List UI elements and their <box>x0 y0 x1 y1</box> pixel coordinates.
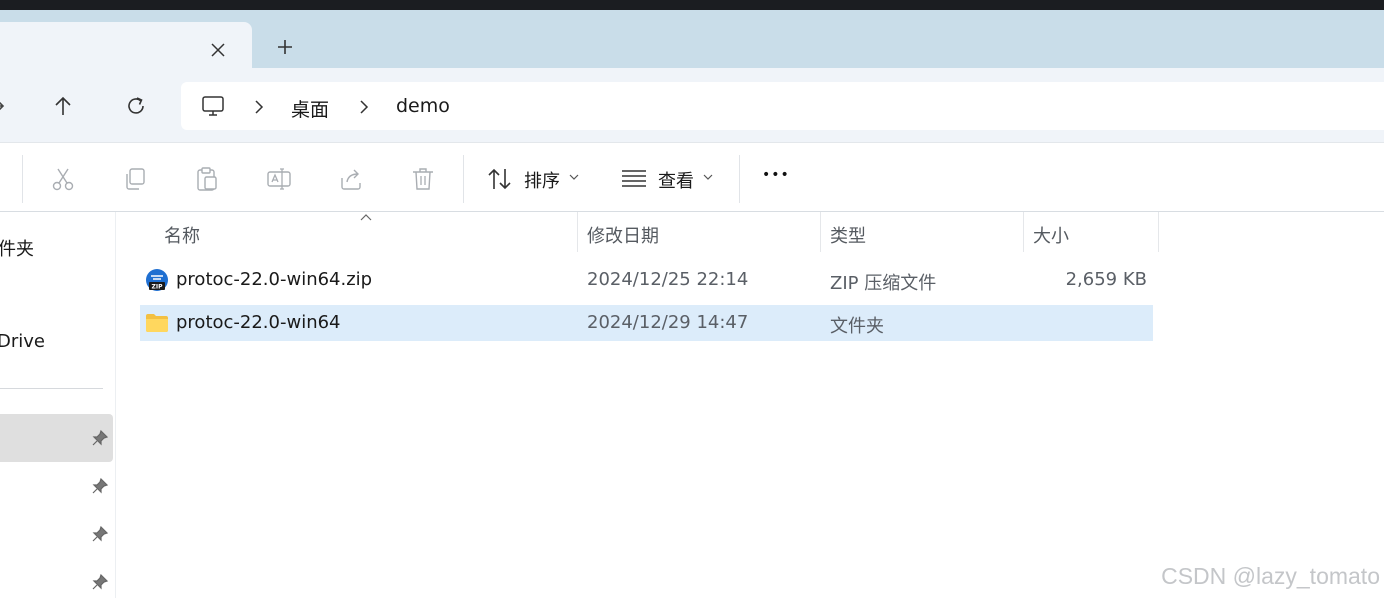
new-tab-button[interactable] <box>270 32 300 62</box>
sort-label: 排序 <box>524 171 560 192</box>
file-row[interactable]: ZIP protoc-22.0-win64.zip 2024/12/25 22:… <box>140 262 1153 298</box>
list-view-icon <box>622 170 646 187</box>
copy-button[interactable] <box>121 165 149 193</box>
column-header-name-label: 名称 <box>164 226 200 247</box>
delete-icon <box>413 168 433 190</box>
column-header-size[interactable]: 大小 <box>1024 212 1158 252</box>
chevron-right-icon <box>255 100 264 114</box>
view-button[interactable]: 查看 <box>618 143 722 213</box>
file-list: 名称 修改日期 类型 大小 ZIP protoc-22.0-win64.zip … <box>116 212 1384 598</box>
file-type: 文件夹 <box>830 316 884 337</box>
rename-icon <box>267 168 291 190</box>
chevron-right-icon <box>360 100 369 114</box>
breadcrumb-demo[interactable]: demo <box>396 95 450 117</box>
forward-button[interactable] <box>0 88 14 124</box>
folder-icon <box>146 314 168 332</box>
pin-icon <box>92 525 109 542</box>
file-modified-date: 2024/12/25 22:14 <box>587 269 749 290</box>
sidebar-item-onedrive[interactable]: Drive <box>0 331 45 352</box>
up-button[interactable] <box>45 88 81 124</box>
refresh-icon <box>128 97 144 114</box>
navigation-bar: 桌面 demo <box>0 68 1384 142</box>
column-divider[interactable] <box>1158 212 1159 252</box>
pin-icon <box>92 477 109 494</box>
more-icon: ••• <box>762 167 790 183</box>
paste-button[interactable] <box>193 165 221 193</box>
toolbar-divider <box>739 155 740 203</box>
rename-button[interactable] <box>265 165 293 193</box>
folder-name: protoc-22.0-win64 <box>176 312 341 333</box>
file-modified-date: 2024/12/29 14:47 <box>587 312 749 333</box>
file-row[interactable]: protoc-22.0-win64 2024/12/29 14:47 文件夹 <box>140 305 1153 341</box>
tab-current[interactable] <box>0 22 252 68</box>
share-icon <box>341 169 361 190</box>
watermark: CSDN @lazy_tomato <box>1161 563 1380 589</box>
sort-button[interactable]: 排序 <box>482 143 582 213</box>
arrow-up-icon <box>55 96 71 115</box>
view-label: 查看 <box>658 171 694 192</box>
close-tab-button[interactable] <box>204 36 232 64</box>
share-button[interactable] <box>337 165 365 193</box>
column-header-modified[interactable]: 修改日期 <box>578 212 820 252</box>
column-header-name[interactable]: 名称 <box>140 212 578 252</box>
delete-button[interactable] <box>409 165 437 193</box>
close-icon <box>211 43 225 57</box>
zip-file-icon: ZIP <box>146 269 168 291</box>
refresh-button[interactable] <box>118 88 154 124</box>
file-type: ZIP 压缩文件 <box>830 273 937 294</box>
cut-button[interactable] <box>49 165 77 193</box>
toolbar-divider <box>22 155 23 203</box>
navigation-pane: 件夹 Drive <box>0 212 116 598</box>
command-bar: 排序 查看 ••• <box>0 142 1384 212</box>
sidebar-divider <box>0 388 103 389</box>
more-options-button[interactable]: ••• <box>756 163 796 195</box>
window-top-edge <box>0 0 1384 10</box>
address-bar[interactable]: 桌面 demo <box>181 82 1384 130</box>
svg-text:ZIP: ZIP <box>152 284 164 291</box>
column-header-size-label: 大小 <box>1033 226 1069 247</box>
plus-icon <box>278 40 292 54</box>
file-name: protoc-22.0-win64.zip <box>176 269 373 290</box>
chevron-down-icon <box>703 174 713 180</box>
pin-icon <box>92 573 109 590</box>
cut-icon <box>52 168 74 191</box>
tab-strip <box>0 10 1384 68</box>
chevron-down-icon <box>569 174 579 180</box>
sidebar-item-folders[interactable]: 件夹 <box>0 235 34 261</box>
pin-icon <box>92 429 109 446</box>
paste-icon <box>197 167 217 191</box>
breadcrumb-desktop[interactable]: 桌面 <box>291 95 329 122</box>
this-pc-icon <box>202 96 224 116</box>
file-size: 2,659 KB <box>1065 269 1147 290</box>
column-header-type[interactable]: 类型 <box>821 212 1023 252</box>
arrow-right-icon <box>0 101 5 111</box>
sort-icon <box>488 168 511 190</box>
column-header-modified-label: 修改日期 <box>587 226 659 247</box>
column-header-type-label: 类型 <box>830 226 866 247</box>
toolbar-divider <box>463 155 464 203</box>
copy-icon <box>126 168 145 190</box>
